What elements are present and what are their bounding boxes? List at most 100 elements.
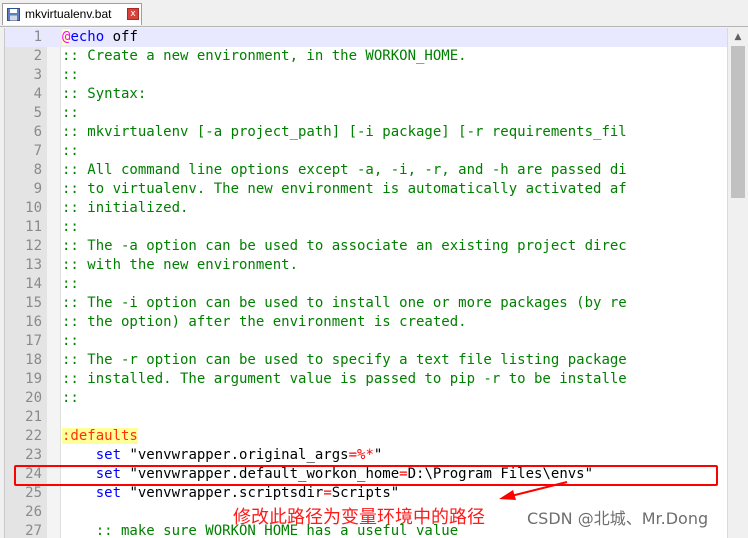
line-code: :: [62, 66, 79, 85]
code-token: set [95, 447, 122, 463]
line-code: :: [62, 332, 79, 351]
tab-title: mkvirtualenv.bat [25, 7, 112, 21]
line-number: 21 [25, 409, 42, 425]
line-number: 13 [25, 257, 42, 273]
line-number: 23 [25, 447, 42, 463]
code-editor[interactable]: 1 @echo off 2:: Create a new environment, … [4, 28, 728, 538]
code-token: :: The -a option can be used to associat… [62, 238, 627, 254]
line-code: @echo off [62, 28, 138, 47]
vertical-scrollbar[interactable]: ▲ [727, 28, 748, 538]
code-token: :: [62, 67, 79, 83]
code-line[interactable]: 6:: mkvirtualenv [-a project_path] [-i p… [5, 123, 728, 142]
code-line[interactable]: 2:: Create a new environment, in the WOR… [5, 47, 728, 66]
code-token: :: The -i option can be used to install … [62, 295, 627, 311]
code-token: %* [357, 447, 374, 463]
floppy-disk-icon [7, 8, 20, 21]
code-token: :: [62, 143, 79, 159]
code-line[interactable]: 4:: Syntax: [5, 85, 728, 104]
code-token: set [95, 485, 122, 501]
code-line[interactable]: 20:: [5, 389, 728, 408]
code-token: :: [62, 333, 79, 349]
line-number: 9 [33, 181, 42, 197]
code-token: "venvwrapper.scriptsdir [121, 485, 324, 501]
code-line[interactable]: 19:: installed. The argument value is pa… [5, 370, 728, 389]
line-code: :: with the new environment. [62, 256, 298, 275]
code-token: :: [62, 390, 79, 406]
code-line[interactable]: 10:: initialized. [5, 199, 728, 218]
code-token: :: [62, 105, 79, 121]
line-code: :: The -i option can be used to install … [62, 294, 627, 313]
code-line[interactable]: 5:: [5, 104, 728, 123]
code-token: :: the option) after the environment is … [62, 314, 467, 330]
line-code: :: The -r option can be used to specify … [62, 351, 627, 370]
code-line[interactable]: 1 @echo off [5, 28, 728, 47]
code-token: :: Create a new environment, in the WORK… [62, 48, 467, 64]
line-code: :defaults [62, 427, 138, 446]
line-code: set "venvwrapper.scriptsdir=Scripts" [62, 484, 399, 503]
code-line[interactable]: 15:: The -i option can be used to instal… [5, 294, 728, 313]
line-code: :: All command line options except -a, -… [62, 161, 627, 180]
line-number: 18 [25, 352, 42, 368]
code-line[interactable]: 14:: [5, 275, 728, 294]
code-token: :: All command line options except -a, -… [62, 162, 627, 178]
code-token: off [104, 29, 138, 45]
code-token: :: with the new environment. [62, 257, 299, 273]
line-code: :: [62, 142, 79, 161]
line-code: :: Create a new environment, in the WORK… [62, 47, 467, 66]
code-line[interactable]: 9:: to virtualenv. The new environment i… [5, 180, 728, 199]
code-line[interactable]: 11:: [5, 218, 728, 237]
line-number: 25 [25, 485, 42, 501]
code-line[interactable]: 13:: with the new environment. [5, 256, 728, 275]
code-token: :: [62, 276, 79, 292]
line-number: 15 [25, 295, 42, 311]
line-code: :: [62, 104, 79, 123]
line-number: 22 [25, 428, 42, 444]
code-line[interactable]: 18:: The -r option can be used to specif… [5, 351, 728, 370]
tab-mkvirtualenv[interactable]: mkvirtualenv.bat x [2, 3, 142, 25]
code-token: Scripts" [331, 485, 400, 501]
code-line[interactable]: 23 set "venvwrapper.original_args=%*" [5, 446, 728, 465]
line-number: 26 [25, 504, 42, 520]
code-line[interactable]: 8:: All command line options except -a, … [5, 161, 728, 180]
line-number: 17 [25, 333, 42, 349]
line-number: 19 [25, 371, 42, 387]
line-number: 8 [33, 162, 42, 178]
line-number: 2 [33, 48, 42, 64]
code-line[interactable]: 7:: [5, 142, 728, 161]
close-icon[interactable]: x [127, 8, 139, 20]
code-token: :: to virtualenv. The new environment is… [62, 181, 627, 197]
line-number: 11 [25, 219, 42, 235]
line-code: set "venvwrapper.original_args=%*" [62, 446, 383, 465]
code-line[interactable]: 17:: [5, 332, 728, 351]
line-number: 20 [25, 390, 42, 406]
scroll-thumb[interactable] [731, 46, 745, 198]
code-token: :: [62, 219, 79, 235]
code-token: = [348, 447, 358, 463]
line-number: 4 [33, 86, 42, 102]
code-line[interactable]: 25 set "venvwrapper.scriptsdir=Scripts" [5, 484, 728, 503]
line-code: :: Syntax: [62, 85, 146, 104]
code-token: :: Syntax: [62, 86, 147, 102]
code-line[interactable]: 12:: The -a option can be used to associ… [5, 237, 728, 256]
line-code: :: [62, 275, 79, 294]
line-code: :: The -a option can be used to associat… [62, 237, 627, 256]
code-token: = [323, 485, 332, 501]
arrow-icon [499, 481, 568, 500]
code-line[interactable]: 22 :defaults [5, 427, 728, 446]
code-line[interactable]: 16:: the option) after the environment i… [5, 313, 728, 332]
tab-bar: mkvirtualenv.bat x [0, 0, 748, 27]
code-line[interactable]: 21 [5, 408, 728, 427]
code-line[interactable]: 3:: [5, 66, 728, 85]
line-number: 1 [33, 29, 42, 45]
chevron-up-icon[interactable]: ▲ [731, 30, 745, 44]
line-code: :: to virtualenv. The new environment is… [62, 180, 627, 199]
code-token: :: installed. The argument value is pass… [62, 371, 627, 387]
code-token: :: mkvirtualenv [-a project_path] [-i pa… [62, 124, 627, 140]
code-token: echo [70, 29, 105, 45]
line-number: 10 [25, 200, 42, 216]
highlight-box [14, 465, 718, 486]
annotation-text: 修改此路径为变量环境中的路径 [233, 507, 485, 528]
line-number: 6 [33, 124, 42, 140]
